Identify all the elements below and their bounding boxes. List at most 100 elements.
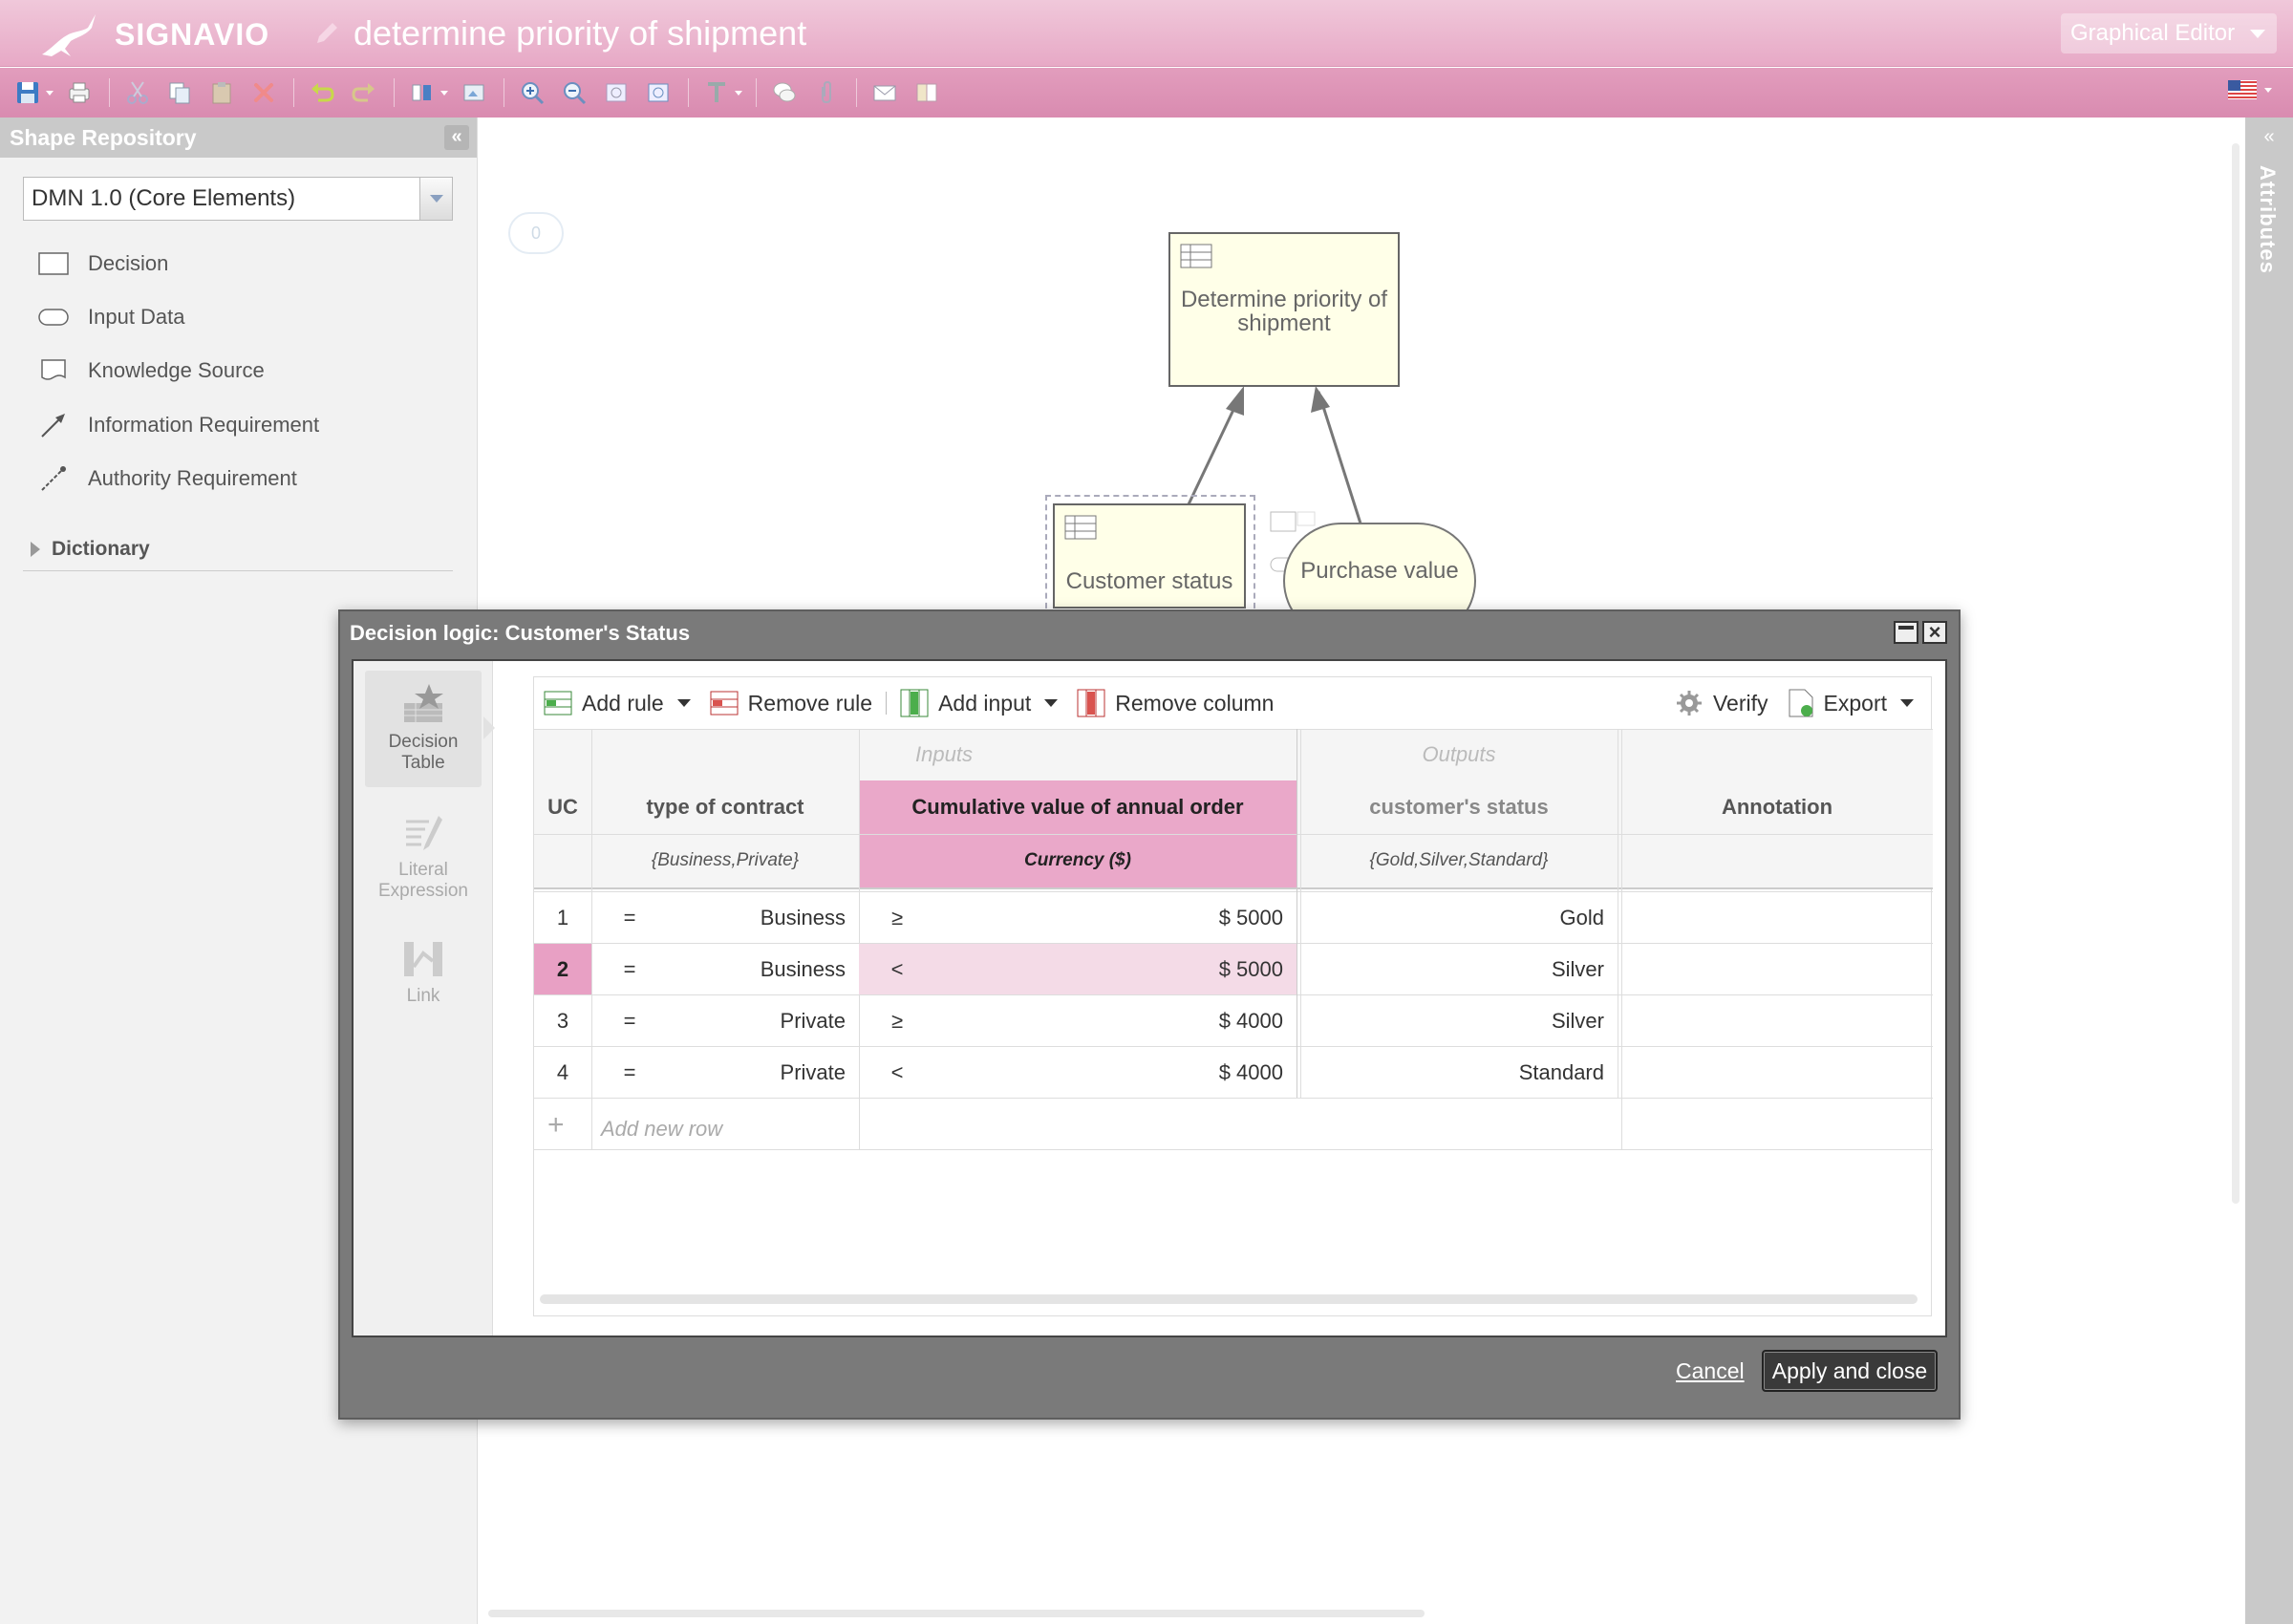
annotation-cell[interactable] (1621, 944, 1933, 994)
add-rule-button[interactable]: Add rule (544, 691, 691, 716)
add-rule-label: Add rule (582, 690, 664, 716)
operator-cell[interactable]: ≥ (859, 995, 935, 1046)
column-header-cumulative-value[interactable]: Cumulative value of annual order (859, 780, 1297, 834)
information-requirement-edge (1317, 391, 1362, 524)
column-header-customer-status[interactable]: customer's status (1300, 780, 1618, 834)
decision-table-toolbar-right: Verify Export (1675, 677, 1914, 729)
chevron-down-icon[interactable] (1044, 699, 1059, 707)
decision-table-icon (1180, 244, 1212, 268)
operator-cell[interactable]: = (591, 995, 668, 1046)
link-icon (365, 938, 482, 980)
column-type-currency[interactable]: Currency ($) (859, 834, 1297, 887)
contract-cell[interactable]: Business (668, 892, 859, 943)
operator-cell[interactable]: < (859, 1047, 935, 1098)
remove-rule-button[interactable]: Remove rule (710, 691, 872, 716)
contract-cell[interactable]: Business (668, 944, 859, 994)
close-icon[interactable]: × (1922, 621, 1947, 644)
chevron-down-icon[interactable] (1900, 699, 1914, 707)
rule-number[interactable]: 3 (534, 995, 591, 1046)
decision-node-determine-priority[interactable]: Determine priority of shipment (1168, 232, 1400, 387)
toolbar-separator (886, 692, 888, 715)
node-label: Determine priority of shipment (1180, 287, 1388, 336)
decision-table-editor: Add rule Remove rule Add input Remove co… (533, 676, 1933, 1316)
remove-column-icon (1077, 689, 1105, 717)
hit-policy-header[interactable]: UC (534, 780, 591, 834)
add-input-label: Add input (938, 690, 1032, 716)
add-input-icon (900, 689, 929, 717)
remove-rule-label: Remove rule (747, 690, 873, 716)
add-input-button[interactable]: Add input (900, 689, 1059, 717)
arrowhead-icon (1226, 386, 1244, 416)
contract-cell[interactable]: Private (668, 995, 859, 1046)
collapse-right-icon[interactable]: « (2257, 125, 2282, 150)
annotation-cell[interactable] (1621, 892, 1933, 943)
logic-mode-rail: Decision Table Literal Expression Link (354, 661, 495, 1336)
decision-table-star-icon (365, 684, 482, 726)
rule-number[interactable]: 1 (534, 892, 591, 943)
operator-cell[interactable]: ≥ (859, 892, 935, 943)
column-header-type-of-contract[interactable]: type of contract (591, 780, 859, 834)
decision-node-customer-status[interactable]: Customer status (1053, 503, 1246, 609)
add-new-row[interactable]: Add new row (601, 1117, 722, 1142)
verify-button[interactable]: Verify (1675, 689, 1768, 717)
status-cell[interactable]: Gold (1300, 892, 1618, 943)
quick-add-decision-icon (1270, 511, 1297, 532)
mode-label: Link (406, 986, 440, 1006)
outputs-group-label: Outputs (1422, 742, 1496, 766)
cancel-button[interactable]: Cancel (1676, 1358, 1745, 1384)
operator-cell[interactable]: = (591, 892, 668, 943)
dialog-footer: Cancel Apply and close (340, 1347, 1959, 1414)
inputs-group-label: Inputs (915, 742, 973, 766)
arrowhead-icon (1311, 386, 1330, 413)
dialog-title: Decision logic: Customer's Status (350, 621, 691, 645)
operator-cell[interactable]: = (591, 944, 668, 994)
contract-cell[interactable]: Private (668, 1047, 859, 1098)
value-cell[interactable]: $ 5000 (935, 892, 1297, 943)
add-rule-icon (544, 691, 572, 716)
canvas-horizontal-scrollbar[interactable] (488, 1610, 1425, 1617)
decision-table-icon (1064, 515, 1097, 540)
rule-number[interactable]: 4 (534, 1047, 591, 1098)
table-horizontal-scrollbar[interactable] (540, 1294, 1918, 1304)
node-label: Customer status (1065, 568, 1233, 594)
decision-logic-dialog: Decision logic: Customer's Status × Deci… (338, 609, 1961, 1420)
node-label: Purchase value (1300, 558, 1459, 584)
chevron-down-icon[interactable] (676, 699, 691, 707)
literal-expression-icon (365, 812, 482, 854)
status-cell[interactable]: Silver (1300, 995, 1618, 1046)
rule-number-selected[interactable]: 2 (534, 944, 591, 994)
decision-table-toolbar: Add rule Remove rule Add input Remove co… (534, 677, 1933, 729)
annotation-cell[interactable] (1621, 995, 1933, 1046)
remove-column-button[interactable]: Remove column (1077, 689, 1274, 717)
export-document-icon (1788, 688, 1814, 718)
value-cell[interactable]: $ 4000 (935, 995, 1297, 1046)
value-cell-selected[interactable]: $ 5000 (935, 944, 1297, 994)
apply-and-close-button[interactable]: Apply and close (1762, 1350, 1938, 1392)
remove-rule-icon (710, 691, 739, 716)
mode-link[interactable]: Link (365, 938, 482, 1007)
export-button[interactable]: Export (1788, 688, 1914, 718)
operator-cell[interactable]: < (859, 944, 935, 994)
canvas-vertical-scrollbar[interactable] (2232, 143, 2239, 1204)
dialog-body: Decision Table Literal Expression Link A… (352, 659, 1947, 1337)
value-cell[interactable]: $ 4000 (935, 1047, 1297, 1098)
attributes-panel: « Attributes (2245, 118, 2293, 1624)
quick-add-knowledge-icon (1297, 511, 1316, 526)
attributes-panel-title[interactable]: Attributes (2255, 165, 2280, 274)
gear-icon (1675, 689, 1704, 717)
remove-column-label: Remove column (1115, 690, 1275, 716)
plus-icon[interactable]: + (547, 1109, 565, 1142)
status-cell[interactable]: Standard (1300, 1047, 1618, 1098)
maximize-icon[interactable] (1894, 621, 1918, 644)
mode-literal-expression[interactable]: Literal Expression (365, 812, 482, 902)
export-label: Export (1823, 690, 1887, 716)
mode-decision-table[interactable]: Decision Table (365, 671, 495, 787)
mode-label: Literal Expression (378, 860, 468, 901)
column-type-contract[interactable]: {Business,Private} (591, 834, 859, 887)
status-cell[interactable]: Silver (1300, 944, 1618, 994)
operator-cell[interactable]: = (591, 1047, 668, 1098)
annotation-cell[interactable] (1621, 1047, 1933, 1098)
column-header-annotation[interactable]: Annotation (1621, 780, 1933, 834)
column-type-status[interactable]: {Gold,Silver,Standard} (1300, 834, 1618, 887)
verify-label: Verify (1712, 690, 1768, 716)
